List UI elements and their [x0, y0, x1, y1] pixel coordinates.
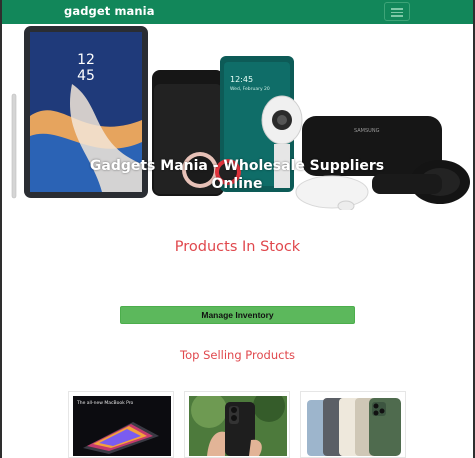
navbar: gadget mania — [2, 0, 473, 24]
product-card-macbook[interactable]: The all-new MacBook Pro — [68, 391, 174, 458]
svg-text:SAMSUNG: SAMSUNG — [354, 128, 380, 134]
hero-title: Gadgets Mania - Wholesale Suppliers Onli… — [89, 158, 385, 192]
hero-banner: 12 45 12:45 Wed, February 20 SAMSUNG Gad… — [2, 24, 473, 210]
svg-text:12:45: 12:45 — [230, 75, 253, 84]
product-card-iphone[interactable] — [300, 391, 406, 458]
product-card-phone[interactable] — [184, 391, 290, 458]
page: gadget mania 12 45 12:45 Wed, February 2… — [2, 0, 473, 458]
top-selling-title: Top Selling Products — [180, 348, 295, 362]
svg-text:12: 12 — [77, 52, 95, 68]
hamburger-icon[interactable] — [384, 2, 410, 21]
macbook-caption: The all-new MacBook Pro — [76, 400, 134, 406]
brand-logo[interactable]: gadget mania — [64, 4, 155, 18]
macbook-image: The all-new MacBook Pro — [73, 396, 171, 456]
galaxy-phone-image — [189, 396, 287, 456]
svg-text:45: 45 — [77, 68, 95, 84]
svg-text:Wed, February 20: Wed, February 20 — [230, 86, 270, 92]
iphone-image — [305, 396, 403, 456]
manage-inventory-button[interactable]: Manage Inventory — [120, 306, 355, 324]
stock-title: Products In Stock — [174, 239, 301, 255]
